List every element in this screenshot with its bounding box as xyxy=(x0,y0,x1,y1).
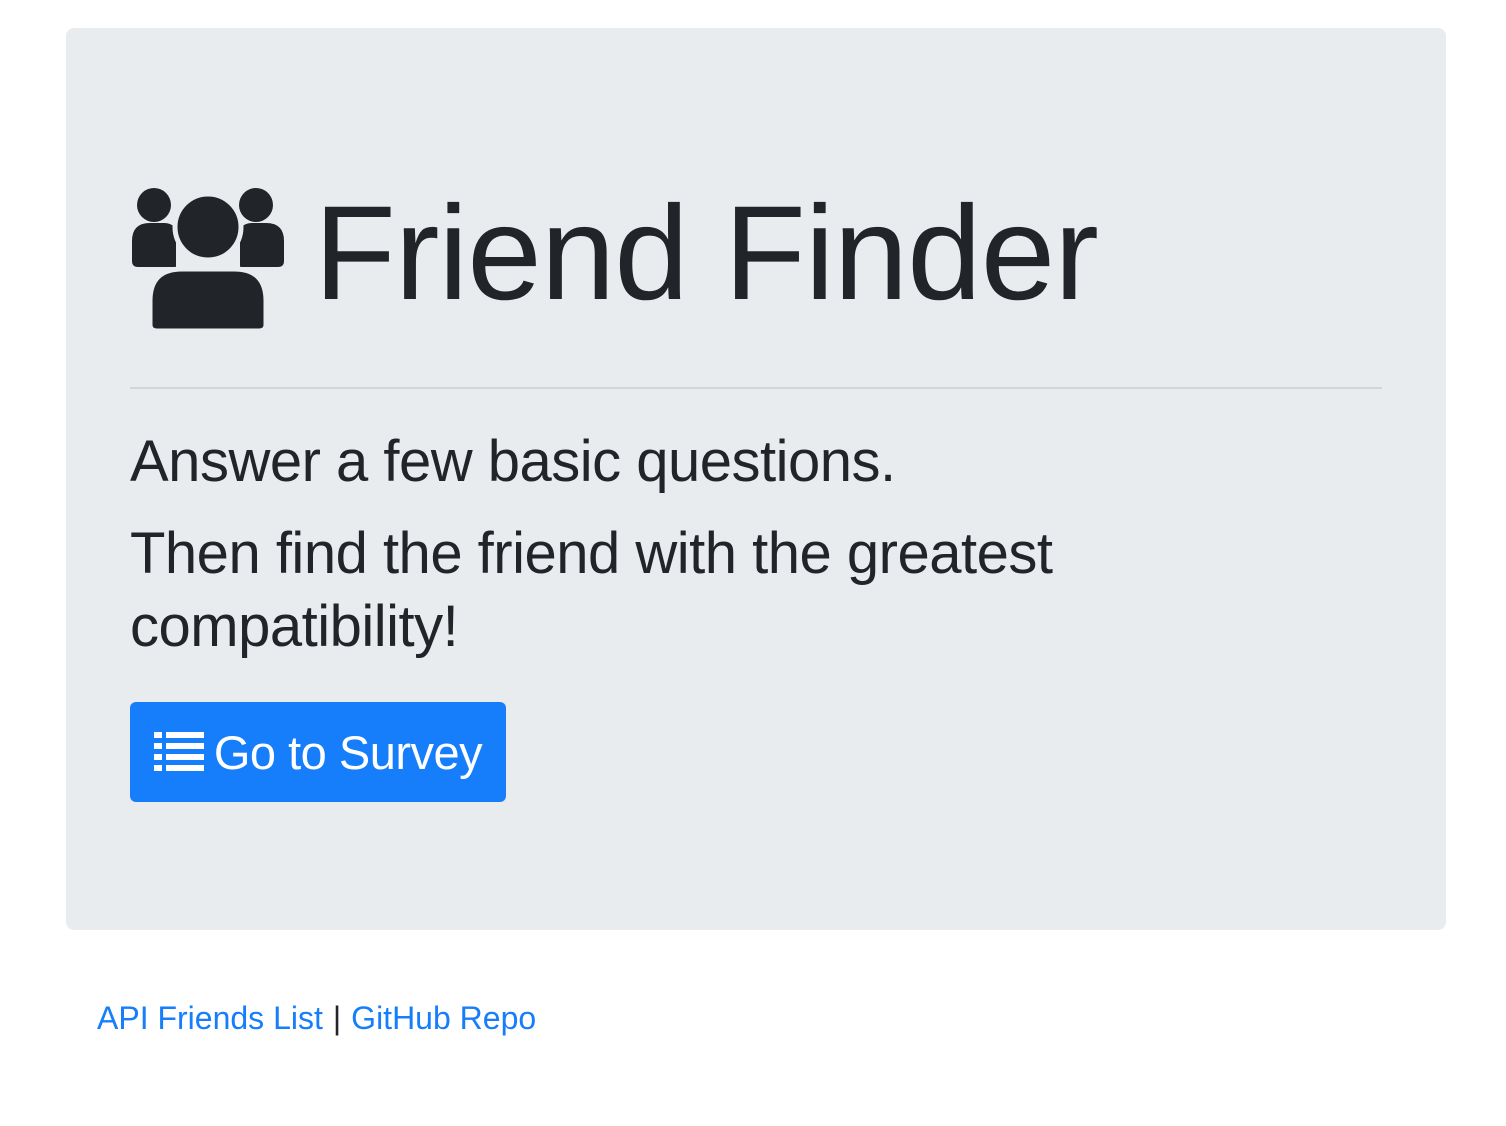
footer-separator: | xyxy=(332,1000,342,1036)
footer: API Friends List | GitHub Repo xyxy=(97,998,536,1040)
page-title-row: Friend Finder xyxy=(130,168,1099,348)
page-title: Friend Finder xyxy=(314,179,1099,328)
lead-text-2: Then find the friend with the greatest c… xyxy=(130,521,1053,659)
jumbotron: Friend Finder Answer a few basic questio… xyxy=(66,28,1446,930)
list-icon xyxy=(153,732,204,771)
github-repo-link[interactable]: GitHub Repo xyxy=(351,1000,536,1036)
divider xyxy=(130,387,1382,389)
api-friends-list-link[interactable]: API Friends List xyxy=(97,1000,323,1036)
users-icon xyxy=(132,188,284,331)
go-to-survey-label: Go to Survey xyxy=(213,725,483,779)
go-to-survey-button[interactable]: Go to Survey xyxy=(130,702,506,802)
lead-text-1: Answer a few basic questions. xyxy=(130,429,896,494)
